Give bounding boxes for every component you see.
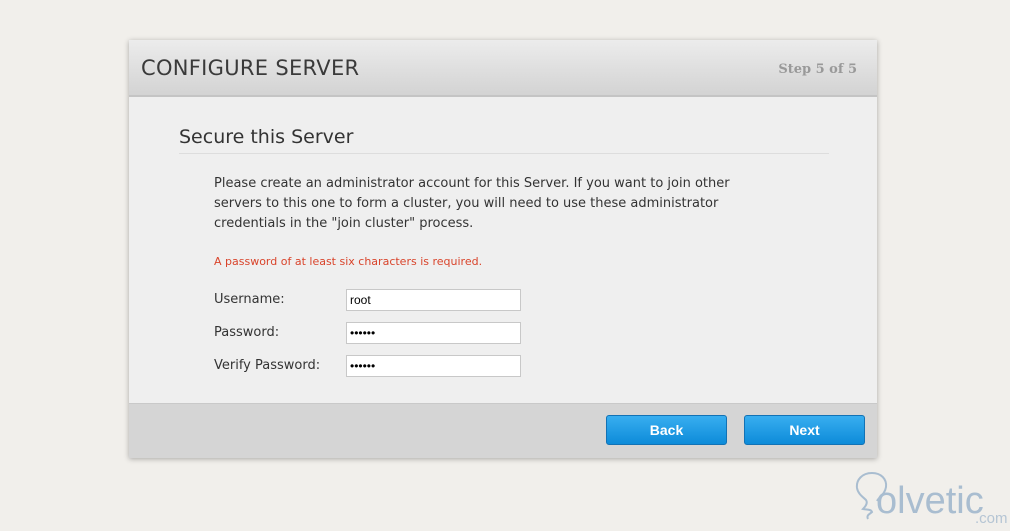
username-label: Username: bbox=[214, 292, 285, 307]
section-description: Please create an administrator account f… bbox=[214, 176, 730, 231]
error-message: A password of at least six characters is… bbox=[214, 255, 483, 268]
verify-password-row: Verify Password: bbox=[214, 355, 614, 377]
username-row: Username: bbox=[214, 289, 614, 311]
password-row: Password: bbox=[214, 322, 614, 344]
divider bbox=[179, 153, 829, 154]
verify-password-label: Verify Password: bbox=[214, 358, 321, 373]
next-button[interactable]: Next bbox=[744, 415, 865, 445]
password-input[interactable] bbox=[346, 322, 521, 344]
username-input[interactable] bbox=[346, 289, 521, 311]
watermark-brand: olvetic bbox=[876, 480, 984, 522]
verify-password-input[interactable] bbox=[346, 355, 521, 377]
dialog-footer: Back Next bbox=[129, 403, 877, 458]
password-label: Password: bbox=[214, 325, 280, 340]
section-title: Secure this Server bbox=[179, 126, 354, 148]
solvetic-watermark: olvetic .com bbox=[852, 470, 1010, 530]
dialog-title: CONFIGURE SERVER bbox=[141, 56, 360, 80]
watermark-suffix: .com bbox=[975, 510, 1008, 527]
back-button[interactable]: Back bbox=[606, 415, 727, 445]
step-indicator: Step 5 of 5 bbox=[778, 62, 857, 77]
dialog-header: CONFIGURE SERVER Step 5 of 5 bbox=[129, 40, 877, 97]
configure-server-dialog: CONFIGURE SERVER Step 5 of 5 Secure this… bbox=[129, 40, 877, 458]
